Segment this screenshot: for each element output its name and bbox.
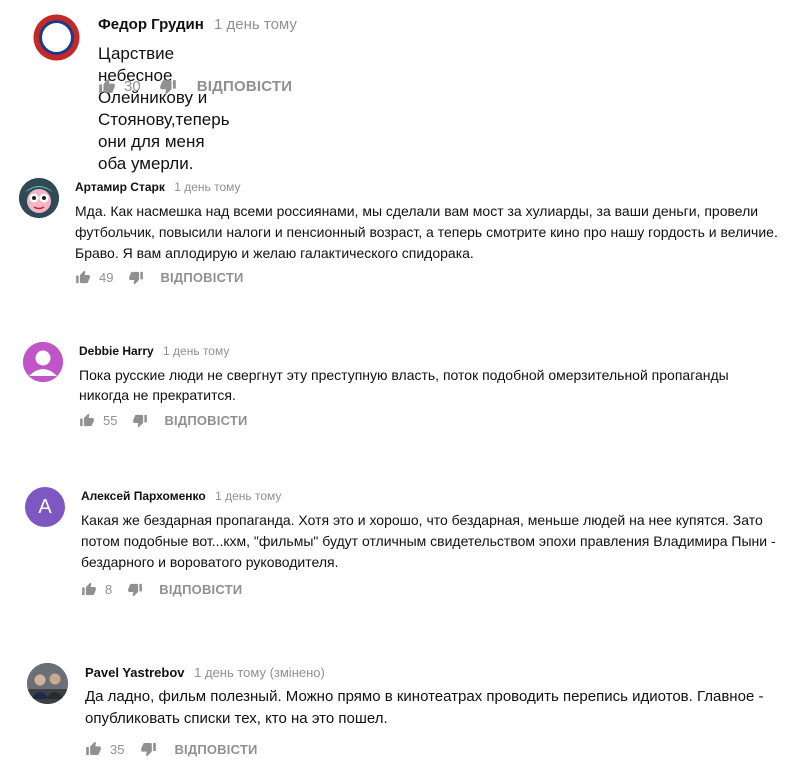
comment-time[interactable]: 1 день тому (змінено) — [194, 665, 325, 680]
author-name[interactable]: Pavel Yastrebov — [85, 665, 185, 680]
thumbs-up-icon — [82, 582, 96, 596]
thumbs-down-icon — [133, 414, 148, 428]
comment-time[interactable]: 1 день тому — [214, 16, 297, 33]
like-button[interactable] — [85, 741, 102, 757]
comment-header: Алексей Пархоменко 1 день тому — [81, 489, 281, 503]
avatar[interactable] — [33, 14, 80, 61]
comment-header: Pavel Yastrebov 1 день тому (змінено) — [85, 665, 325, 680]
comment-actions: 8 ВІДПОВІСТИ — [81, 582, 242, 597]
author-name[interactable]: Федор Грудин — [98, 16, 204, 33]
like-button[interactable] — [75, 270, 91, 285]
roundel-icon — [33, 14, 80, 61]
author-name[interactable]: Debbie Harry — [79, 344, 154, 358]
thumbs-up-icon — [86, 741, 101, 755]
dislike-button[interactable] — [128, 270, 144, 285]
like-count: 35 — [110, 741, 125, 757]
avatar[interactable] — [23, 342, 63, 382]
like-button[interactable] — [98, 78, 116, 95]
avatar-letter: А — [38, 495, 52, 518]
reply-button[interactable]: ВІДПОВІСТИ — [164, 413, 247, 428]
comment-time[interactable]: 1 день тому — [174, 180, 240, 194]
reply-button[interactable]: ВІДПОВІСТИ — [159, 582, 242, 597]
dislike-button[interactable] — [127, 582, 143, 597]
comment-header: Артамир Старк 1 день тому — [75, 180, 241, 194]
comment-text: Мда. Как насмешка над всеми россиянами, … — [75, 203, 778, 261]
thumbs-up-icon — [80, 413, 94, 427]
comment-time[interactable]: 1 день тому — [215, 489, 281, 503]
comment-text: Какая же бездарная пропаганда. Хотя это … — [81, 512, 776, 570]
like-count: 30 — [124, 78, 141, 95]
author-name[interactable]: Алексей Пархоменко — [81, 489, 206, 503]
avatar[interactable] — [19, 178, 59, 218]
thumbs-up-icon — [99, 78, 115, 93]
reply-button[interactable]: ВІДПОВІСТИ — [197, 78, 293, 95]
reply-button[interactable]: ВІДПОВІСТИ — [174, 742, 257, 757]
thumbs-down-icon — [129, 271, 144, 285]
avatar[interactable] — [27, 663, 68, 704]
comment-header: Debbie Harry 1 день тому — [79, 344, 229, 358]
photo-avatar-icon — [27, 663, 68, 704]
comment-text: Царствие небесное Олейникову и Стоянову,… — [98, 44, 230, 173]
comment-actions: 35 ВІДПОВІСТИ — [85, 741, 258, 757]
like-button[interactable] — [81, 582, 97, 597]
like-count: 55 — [103, 413, 118, 428]
default-person-icon — [23, 342, 63, 382]
dislike-button[interactable] — [132, 413, 148, 428]
comment-actions: 55 ВІДПОВІСТИ — [79, 413, 248, 428]
like-count: 8 — [105, 582, 113, 597]
comment-header: Федор Грудин 1 день тому — [98, 16, 297, 33]
dislike-button[interactable] — [159, 78, 177, 95]
thumbs-down-icon — [141, 743, 157, 757]
avatar[interactable]: А — [25, 487, 65, 527]
comment-time[interactable]: 1 день тому — [163, 344, 229, 358]
comment-actions: 30 ВІДПОВІСТИ — [98, 78, 292, 95]
like-button[interactable] — [79, 413, 95, 428]
reply-button[interactable]: ВІДПОВІСТИ — [160, 270, 243, 285]
comment-text: Пока русские люди не свергнут эту престу… — [79, 367, 729, 403]
comment-actions: 49 ВІДПОВІСТИ — [75, 270, 244, 285]
thumbs-down-icon — [159, 80, 176, 95]
thumbs-up-icon — [76, 270, 90, 284]
like-count: 49 — [99, 270, 114, 285]
author-name[interactable]: Артамир Старк — [75, 180, 165, 194]
thumbs-down-icon — [128, 583, 143, 597]
dislike-button[interactable] — [140, 741, 157, 757]
cartoon-avatar-icon — [19, 178, 59, 218]
comment-text: Да ладно, фильм полезный. Можно прямо в … — [85, 688, 764, 727]
